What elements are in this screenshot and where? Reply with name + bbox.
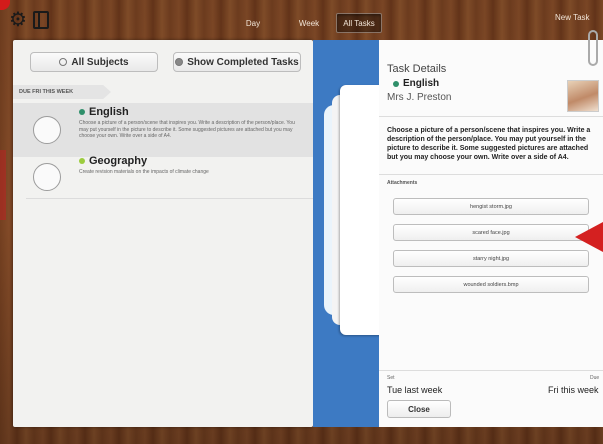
red-annotation-mark: [0, 150, 6, 220]
task-list-panel: All Subjects Show Completed Tasks DUE FR…: [13, 40, 313, 427]
due-date: Fri this week: [548, 385, 599, 395]
book-icon[interactable]: [33, 11, 49, 29]
task-subject: English: [79, 106, 129, 118]
task-details-panel: Task Details English Mrs J. Preston Choo…: [379, 30, 603, 427]
details-description: Choose a picture of a person/scene that …: [387, 127, 591, 161]
completion-checkbox[interactable]: [33, 163, 61, 191]
subject-color-dot: [393, 80, 399, 87]
attachment-button[interactable]: scared face.jpg: [393, 224, 589, 241]
new-task-button[interactable]: New Task: [555, 13, 590, 22]
task-subject: Geography: [79, 155, 147, 167]
segment-day[interactable]: Day: [230, 13, 276, 33]
close-button[interactable]: Close: [387, 400, 451, 418]
segment-all-tasks[interactable]: All Tasks: [336, 13, 382, 33]
subject-color-dot: [79, 158, 85, 164]
divider: [379, 370, 603, 371]
show-completed-label: Show Completed Tasks: [187, 56, 299, 68]
segment-week[interactable]: Week: [286, 13, 332, 33]
subject-color-dot: [79, 109, 85, 115]
top-toolbar: ⚙ Day Week All Tasks New Task: [0, 0, 603, 38]
all-subjects-button[interactable]: All Subjects: [30, 52, 158, 72]
filter-icon: [59, 58, 68, 66]
divider: [26, 198, 313, 199]
divider: [379, 116, 603, 117]
list-item[interactable]: English Choose a picture of a person/sce…: [13, 103, 313, 157]
task-description: Choose a picture of a person/scene that …: [79, 120, 295, 139]
attachment-button[interactable]: wounded soldiers.bmp: [393, 276, 589, 293]
task-subject-label: Geography: [89, 155, 148, 167]
divider: [379, 174, 603, 175]
section-header: DUE FRI THIS WEEK: [13, 85, 111, 99]
list-item[interactable]: Geography Create revision materials on t…: [13, 155, 313, 199]
all-subjects-label: All Subjects: [71, 56, 129, 68]
completion-checkbox[interactable]: [33, 116, 61, 144]
task-description: Create revision materials on the impacts…: [79, 169, 209, 175]
due-label: Due: [590, 375, 600, 381]
red-arrow-annotation: [575, 222, 603, 252]
teacher-photo: [567, 80, 599, 112]
attachment-button[interactable]: starry night.jpg: [393, 250, 589, 267]
details-subject: English: [393, 78, 439, 89]
set-label: Set: [387, 375, 395, 381]
attachments-label: Attachments: [387, 180, 418, 186]
details-subject-label: English: [403, 78, 440, 89]
task-subject-label: English: [89, 106, 129, 118]
gear-icon[interactable]: ⚙: [9, 10, 27, 30]
teacher-name: Mrs J. Preston: [387, 92, 452, 103]
set-date: Tue last week: [387, 385, 443, 395]
attachment-button[interactable]: hengist storm.jpg: [393, 198, 589, 215]
details-title: Task Details: [387, 63, 447, 75]
show-completed-button[interactable]: Show Completed Tasks: [173, 52, 301, 72]
paperclip-icon: [588, 30, 598, 66]
checkmark-icon: [175, 58, 184, 66]
